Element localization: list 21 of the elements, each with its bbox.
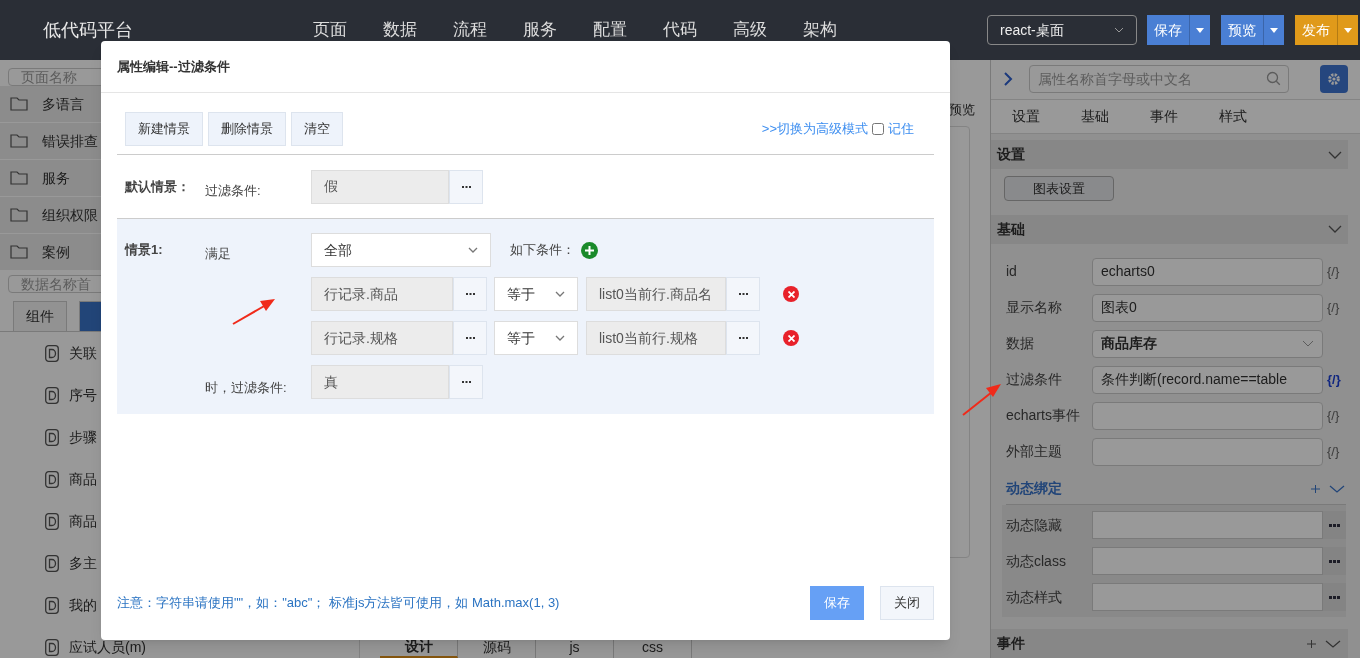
app-logo: 低代码平台 bbox=[43, 18, 134, 42]
field-label: 过滤条件 bbox=[1006, 370, 1063, 389]
field-label: 时，过滤条件: bbox=[205, 379, 288, 398]
field-label: 满足 bbox=[205, 245, 232, 264]
section-title: 动态绑定 bbox=[1006, 479, 1062, 499]
field-label: 过滤条件: bbox=[205, 181, 262, 200]
field-label: 动态class bbox=[1006, 551, 1067, 571]
field-label: 显示名称 bbox=[1006, 298, 1063, 317]
field-label: 数据 bbox=[1006, 334, 1035, 353]
field-label: 动态隐藏 bbox=[1006, 515, 1063, 535]
hint-text: 注意：字符串请使用""，如："abc"； 标准js方法皆可使用，如 Math.max(1, 3) bbox=[117, 594, 560, 613]
dialog-title: 属性编辑--过滤条件 bbox=[117, 57, 230, 76]
field-label: id bbox=[1006, 262, 1018, 281]
checkbox-label: 记住 bbox=[888, 120, 914, 139]
field-label: 动态样式 bbox=[1006, 587, 1063, 607]
scenario-label: 默认情景： bbox=[125, 177, 191, 196]
scenario-label: 情景1: bbox=[125, 241, 164, 260]
field-label: 外部主题 bbox=[1006, 442, 1063, 461]
field-label: echarts事件 bbox=[1006, 406, 1081, 425]
field-label: 如下条件： bbox=[510, 241, 575, 260]
preview-label: 预览 bbox=[949, 101, 975, 119]
